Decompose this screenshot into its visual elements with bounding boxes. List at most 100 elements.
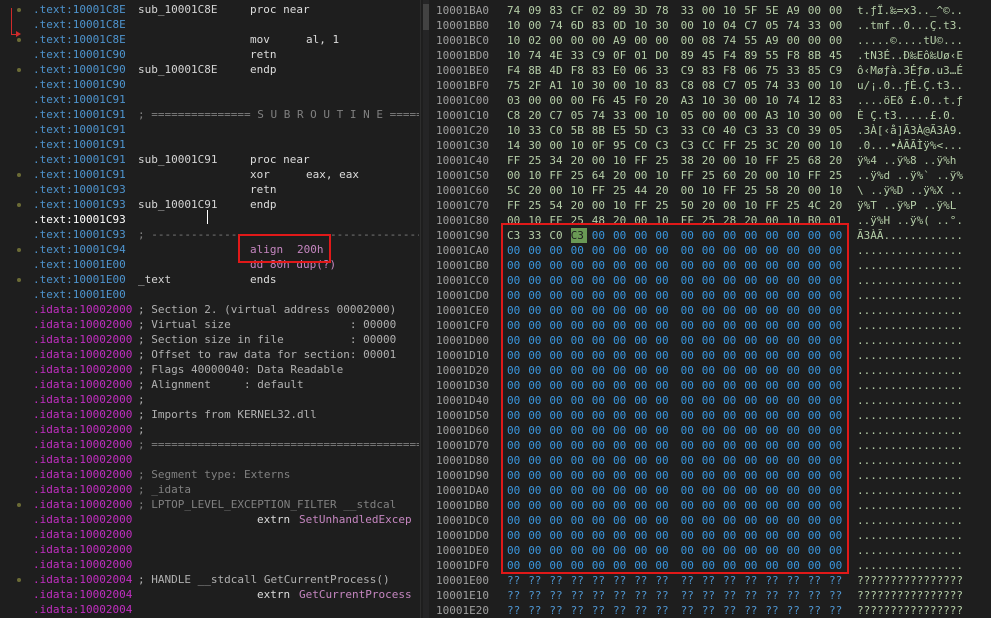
hex-byte[interactable]: 55 — [744, 33, 760, 48]
hex-byte[interactable]: 4C — [808, 198, 824, 213]
hex-byte[interactable]: CC — [702, 138, 718, 153]
hex-byte[interactable]: FF — [549, 168, 565, 183]
hex-byte[interactable]: 10 — [613, 198, 629, 213]
hex-byte[interactable]: ?? — [549, 573, 565, 588]
hex-byte[interactable]: ?? — [765, 588, 781, 603]
hex-byte[interactable]: ?? — [829, 603, 845, 618]
hex-byte[interactable]: 14 — [507, 138, 523, 153]
hex-byte[interactable]: 54 — [549, 198, 565, 213]
hex-byte[interactable]: ?? — [681, 603, 697, 618]
hex-byte[interactable]: 02 — [528, 33, 544, 48]
hex-byte[interactable]: 20 — [528, 183, 544, 198]
hex-byte[interactable]: C9 — [592, 48, 608, 63]
hex-byte[interactable]: 00 — [507, 168, 523, 183]
hex-byte[interactable]: 8B — [592, 123, 608, 138]
hex-byte[interactable]: 00 — [613, 78, 629, 93]
hex-byte[interactable]: 10 — [613, 153, 629, 168]
hex-byte[interactable]: 25 — [702, 168, 718, 183]
hex-byte[interactable]: 05 — [681, 108, 697, 123]
hex-byte[interactable]: 10 — [723, 3, 739, 18]
hex-byte[interactable]: ?? — [765, 573, 781, 588]
hex-byte[interactable]: C3 — [655, 138, 671, 153]
hex-byte[interactable]: 95 — [613, 138, 629, 153]
hex-byte[interactable]: 5E — [765, 3, 781, 18]
hex-byte[interactable]: ?? — [592, 588, 608, 603]
hex-byte[interactable]: 74 — [507, 3, 523, 18]
hex-byte[interactable]: ?? — [528, 573, 544, 588]
disasm-line[interactable]: .text:10001C90 — [33, 77, 126, 92]
hex-byte[interactable]: C7 — [744, 18, 760, 33]
hex-byte[interactable]: 00 — [681, 183, 697, 198]
hex-byte[interactable]: ?? — [634, 603, 650, 618]
hex-byte[interactable]: 20 — [829, 198, 845, 213]
hex-byte[interactable]: 25 — [571, 168, 587, 183]
hex-byte[interactable]: 05 — [765, 18, 781, 33]
disasm-line[interactable]: .idata:10002000 ; Imports from KERNEL32.d… — [33, 407, 317, 422]
hex-byte[interactable]: ?? — [744, 573, 760, 588]
hex-byte[interactable]: 58 — [765, 183, 781, 198]
breakpoint-dot-icon[interactable] — [17, 578, 21, 582]
hex-byte[interactable]: 83 — [829, 93, 845, 108]
hex-byte[interactable]: F0 — [634, 93, 650, 108]
hex-byte[interactable]: 89 — [744, 48, 760, 63]
hex-byte[interactable]: ?? — [723, 603, 739, 618]
hex-byte[interactable]: 33 — [613, 108, 629, 123]
hex-byte[interactable]: 00 — [634, 33, 650, 48]
hex-byte[interactable]: 00 — [549, 33, 565, 48]
hex-byte[interactable]: ?? — [681, 588, 697, 603]
hex-byte[interactable]: 00 — [592, 153, 608, 168]
hex-byte[interactable]: 08 — [702, 78, 718, 93]
disasm-line[interactable]: .idata:10002000 ; _idata — [33, 482, 191, 497]
hex-byte[interactable]: ?? — [808, 573, 824, 588]
hex-byte[interactable]: ?? — [528, 588, 544, 603]
hex-byte[interactable]: 40 — [723, 123, 739, 138]
hex-byte[interactable]: 74 — [787, 18, 803, 33]
hex-byte[interactable]: ?? — [723, 588, 739, 603]
hex-byte[interactable]: 8B — [528, 63, 544, 78]
disasm-line[interactable]: .idata:10002000 ; Section size in file : … — [33, 332, 396, 347]
hex-byte[interactable]: 20 — [787, 138, 803, 153]
hex-byte[interactable]: 78 — [655, 3, 671, 18]
hex-byte[interactable]: ?? — [681, 573, 697, 588]
hex-byte[interactable]: 74 — [723, 33, 739, 48]
hex-byte[interactable]: 83 — [592, 63, 608, 78]
hex-byte[interactable]: ?? — [571, 603, 587, 618]
breakpoint-dot-icon[interactable] — [17, 173, 21, 177]
hex-byte[interactable]: 20 — [829, 153, 845, 168]
hex-byte[interactable]: C8 — [507, 108, 523, 123]
hex-scrollbar[interactable] — [423, 0, 429, 618]
hex-byte[interactable]: 10 — [571, 78, 587, 93]
hex-byte[interactable]: FF — [634, 153, 650, 168]
hex-byte[interactable]: 00 — [765, 168, 781, 183]
hex-byte[interactable]: 10 — [765, 93, 781, 108]
hex-byte[interactable]: 25 — [744, 183, 760, 198]
hex-byte[interactable]: 30 — [723, 93, 739, 108]
hex-byte[interactable]: 5B — [571, 123, 587, 138]
hex-byte[interactable]: 10 — [787, 168, 803, 183]
hex-byte[interactable]: 00 — [592, 33, 608, 48]
disasm-line[interactable]: .text:10001C93 sub_10001C91 endp — [33, 197, 277, 212]
hex-byte[interactable]: 00 — [829, 108, 845, 123]
hex-byte[interactable]: 00 — [787, 33, 803, 48]
hex-byte[interactable]: 20 — [702, 198, 718, 213]
disasm-line[interactable]: .text:10001C91 xor eax, eax — [33, 167, 359, 182]
hex-byte[interactable]: FF — [765, 153, 781, 168]
hex-byte[interactable]: 0F — [592, 138, 608, 153]
hex-byte[interactable]: 20 — [571, 198, 587, 213]
disasm-line[interactable]: .idata:10002000 ; Alignment : default — [33, 377, 304, 392]
hex-byte[interactable]: 6D — [571, 18, 587, 33]
hex-byte[interactable]: 10 — [507, 123, 523, 138]
hex-byte[interactable]: 10 — [571, 183, 587, 198]
hex-byte[interactable]: 00 — [549, 93, 565, 108]
hex-byte[interactable]: 00 — [549, 138, 565, 153]
hex-byte[interactable]: ?? — [744, 603, 760, 618]
hex-byte[interactable]: 74 — [765, 78, 781, 93]
hex-byte[interactable]: 38 — [681, 153, 697, 168]
hex-byte[interactable]: 12 — [808, 93, 824, 108]
hex-byte[interactable]: 25 — [655, 198, 671, 213]
hex-byte[interactable]: C0 — [787, 123, 803, 138]
hex-byte[interactable]: 20 — [787, 183, 803, 198]
hex-byte[interactable]: 00 — [681, 18, 697, 33]
hex-byte[interactable]: C3 — [744, 123, 760, 138]
hex-byte[interactable]: FF — [765, 198, 781, 213]
